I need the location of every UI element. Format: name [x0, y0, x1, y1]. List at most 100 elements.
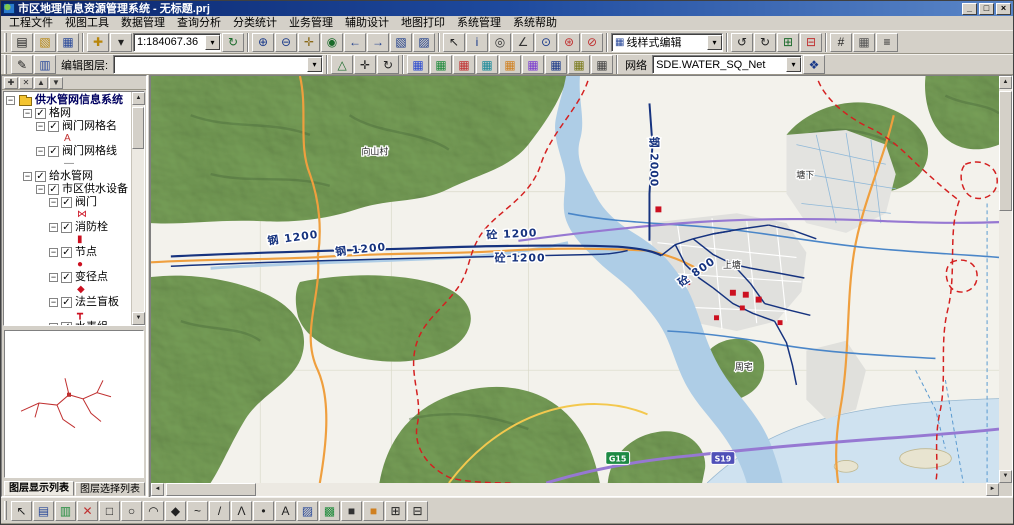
- expand-icon[interactable]: −: [49, 223, 58, 232]
- map-hscroll-track[interactable]: [164, 483, 986, 496]
- draw-circle-button[interactable]: ○: [121, 501, 142, 521]
- draw-polyline-button[interactable]: Λ: [231, 501, 252, 521]
- sidebar-tab-2[interactable]: 图层选择列表: [75, 482, 145, 496]
- menu-item-2[interactable]: 视图工具: [59, 16, 115, 30]
- add-data-button[interactable]: ✚: [87, 33, 109, 52]
- tree-root-row[interactable]: −供水管网信息系统: [6, 94, 131, 107]
- minimize-button[interactable]: _: [962, 3, 977, 15]
- edit-attributes-button[interactable]: ▥: [34, 55, 56, 74]
- toolbar-grip[interactable]: [4, 501, 7, 520]
- layer-up-button[interactable]: ▲: [34, 77, 48, 89]
- vertex-add-button[interactable]: ⊞: [777, 33, 799, 52]
- attribute-table-orange-button[interactable]: ▦: [499, 55, 521, 74]
- open-project-button[interactable]: ▧: [34, 33, 56, 52]
- redo-button[interactable]: ↻: [754, 33, 776, 52]
- layer-row[interactable]: −✓阀门网格名: [6, 120, 131, 133]
- edit-layer-combo[interactable]: ▾: [113, 55, 323, 74]
- grid-hide-button[interactable]: ⊟: [407, 501, 428, 521]
- attribute-table-green-button[interactable]: ▦: [430, 55, 452, 74]
- tree-scroll-thumb[interactable]: [132, 107, 144, 149]
- add-data-dropdown-button[interactable]: ▾: [110, 33, 132, 52]
- map-scroll-left-button[interactable]: ◄: [151, 483, 164, 496]
- save-project-button[interactable]: ▦: [57, 33, 79, 52]
- sketch-tool-button[interactable]: ✎: [11, 55, 33, 74]
- tree-scroll-down-button[interactable]: ▼: [132, 312, 145, 325]
- layer-checkbox[interactable]: ✓: [48, 146, 59, 157]
- layer-checkbox[interactable]: ✓: [61, 322, 72, 325]
- menu-item-10[interactable]: 系统帮助: [507, 16, 563, 30]
- chevron-down-icon[interactable]: ▾: [707, 35, 722, 50]
- layer-down-button[interactable]: ▼: [49, 77, 63, 89]
- scale-combo[interactable]: 1:184067.36▾: [133, 33, 221, 52]
- draw-delete-button[interactable]: ✕: [77, 501, 98, 521]
- map-viewport[interactable]: 钢 1200钢 1200砼 1200砼 1200钢 2000砼 800向山村上塘…: [151, 76, 999, 483]
- pan-button[interactable]: ✛: [298, 33, 320, 52]
- expand-icon[interactable]: −: [36, 147, 45, 156]
- expand-icon[interactable]: −: [23, 109, 32, 118]
- attribute-table-purple-button[interactable]: ▦: [522, 55, 544, 74]
- zoom-in-button[interactable]: ⊕: [252, 33, 274, 52]
- attribute-table-olive-button[interactable]: ▦: [568, 55, 590, 74]
- sidebar-tab-1[interactable]: 图层显示列表: [4, 481, 74, 496]
- layer-checkbox[interactable]: ✓: [48, 184, 59, 195]
- layer-checkbox[interactable]: ✓: [61, 272, 72, 283]
- layer-row[interactable]: −✓阀门网格线: [6, 145, 131, 158]
- toolbar-grip[interactable]: [4, 33, 7, 52]
- expand-icon[interactable]: −: [49, 248, 58, 257]
- refresh-view-button[interactable]: ↻: [222, 33, 244, 52]
- tree-scroll-track[interactable]: [132, 105, 144, 312]
- full-extent-button[interactable]: ◉: [321, 33, 343, 52]
- map-canvas[interactable]: 钢 1200钢 1200砼 1200砼 1200钢 2000砼 800向山村上塘…: [151, 76, 999, 483]
- attribute-table-blue-button[interactable]: ▦: [407, 55, 429, 74]
- zoom-selection-button[interactable]: ▨: [413, 33, 435, 52]
- map-scroll-down-button[interactable]: ▼: [999, 470, 1012, 483]
- draw-vertex-sheet-button[interactable]: ▤: [33, 501, 54, 521]
- layer-checkbox[interactable]: ✓: [61, 297, 72, 308]
- tree-scroll-up-button[interactable]: ▲: [132, 92, 145, 105]
- draw-line-button[interactable]: /: [209, 501, 230, 521]
- layer-row[interactable]: −✓消防栓: [6, 221, 131, 234]
- style-combo[interactable]: ▦线样式编辑▾: [611, 33, 723, 52]
- select-features-button[interactable]: ↖: [443, 33, 465, 52]
- menu-item-4[interactable]: 查询分析: [171, 16, 227, 30]
- draw-polygon-button[interactable]: ◆: [165, 501, 186, 521]
- network-analysis-button[interactable]: ❖: [803, 55, 825, 74]
- measure-button[interactable]: ∠: [512, 33, 534, 52]
- rotate-feature-button[interactable]: ↻: [377, 55, 399, 74]
- vertex-delete-button[interactable]: ⊟: [800, 33, 822, 52]
- layer-row[interactable]: −✓水表组: [6, 321, 131, 325]
- attribute-table-red-button[interactable]: ▦: [453, 55, 475, 74]
- layer-checkbox[interactable]: ✓: [48, 121, 59, 132]
- draw-rectangle-button[interactable]: □: [99, 501, 120, 521]
- menu-item-8[interactable]: 地图打印: [395, 16, 451, 30]
- zoom-next-button[interactable]: →: [367, 33, 389, 52]
- layer-list-button[interactable]: ≡: [876, 33, 898, 52]
- attribute-table-dark-button[interactable]: ▦: [591, 55, 613, 74]
- draw-text-button[interactable]: A: [275, 501, 296, 521]
- grid-show-button[interactable]: ⊞: [385, 501, 406, 521]
- expand-icon[interactable]: −: [49, 298, 58, 307]
- map-hscroll-thumb[interactable]: [166, 483, 256, 496]
- map-horizontal-scrollbar[interactable]: ◄ ►: [151, 483, 999, 496]
- layer-checkbox[interactable]: ✓: [61, 247, 72, 258]
- chevron-down-icon[interactable]: ▾: [307, 57, 322, 72]
- expand-icon[interactable]: −: [36, 122, 45, 131]
- expand-icon[interactable]: −: [49, 198, 58, 207]
- menu-item-5[interactable]: 分类统计: [227, 16, 283, 30]
- clear-selection-button[interactable]: ⊘: [581, 33, 603, 52]
- fill-orange-button[interactable]: ■: [363, 501, 384, 521]
- fill-dark-button[interactable]: ■: [341, 501, 362, 521]
- layer-checkbox[interactable]: ✓: [61, 197, 72, 208]
- draw-select-button[interactable]: ↖: [11, 501, 32, 521]
- expand-icon[interactable]: −: [49, 273, 58, 282]
- chevron-down-icon[interactable]: ▾: [205, 35, 220, 50]
- attribute-table-cyan-button[interactable]: ▦: [476, 55, 498, 74]
- select-polygon-button[interactable]: ⊛: [558, 33, 580, 52]
- draw-freehand-button[interactable]: ~: [187, 501, 208, 521]
- menu-item-6[interactable]: 业务管理: [283, 16, 339, 30]
- chevron-down-icon[interactable]: ▾: [786, 57, 801, 72]
- map-vscroll-thumb[interactable]: [999, 91, 1012, 211]
- map-vertical-scrollbar[interactable]: ▲ ▼: [999, 76, 1012, 483]
- layer-row[interactable]: −✓法兰盲板: [6, 296, 131, 309]
- layer-add-button[interactable]: ✚: [4, 77, 18, 89]
